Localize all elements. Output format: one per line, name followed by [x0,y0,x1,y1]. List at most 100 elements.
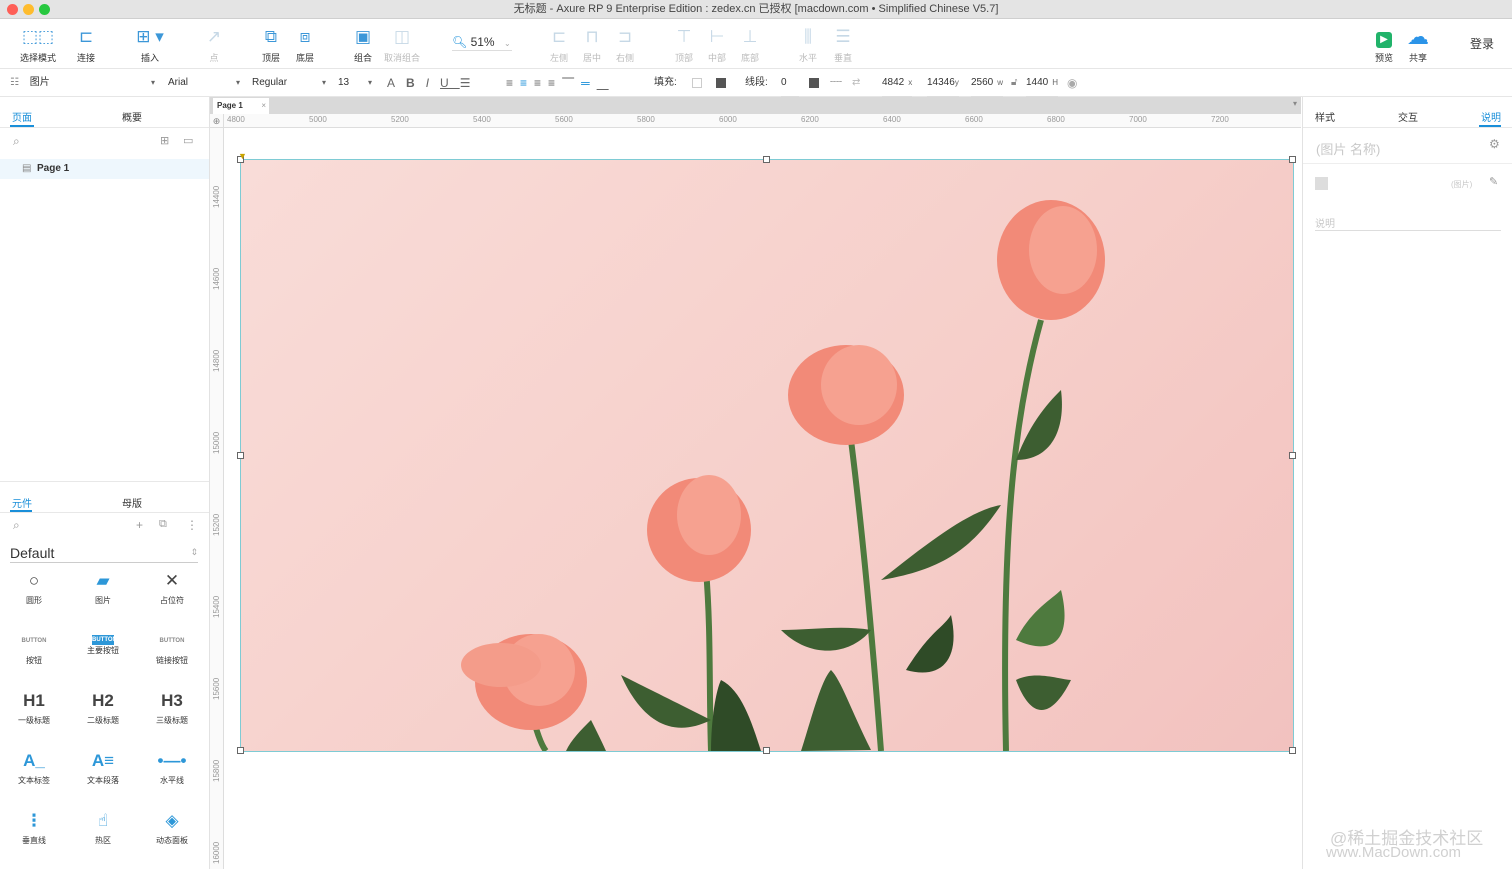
y-position-input[interactable]: 14346y [927,69,959,97]
widget-item[interactable]: ✕ 占位符 [142,567,202,606]
widget-item[interactable]: ⋮ 垂直线 [4,807,64,846]
bring-to-top-label: 顶层 [261,53,280,63]
bold-icon[interactable]: B [406,76,426,90]
font-family-select[interactable]: Arial ▾ [168,69,240,97]
widget-type-select[interactable]: ☷ 图片 ▾ [10,69,155,97]
point-button[interactable]: ↗ 点 [192,24,236,64]
close-icon[interactable]: × [261,98,266,114]
bullet-list-icon[interactable]: ☰ [460,76,482,90]
font-weight-select[interactable]: Regular ▾ [252,69,326,97]
resize-handle[interactable] [237,452,244,459]
search-icon[interactable]: ⌕ [13,134,20,149]
fill-color-swatch[interactable] [692,78,702,88]
tab-pages[interactable]: 页面 [12,109,32,124]
align-text-right-icon[interactable]: ≡ [534,76,548,90]
widget-item[interactable]: ○ 圆形 [4,567,64,606]
ruler-tick-label: 5600 [555,115,573,124]
title-bar: 无标题 - Axure RP 9 Enterprise Edition : ze… [0,0,1512,19]
library-select[interactable]: Default ⇕ [10,545,198,563]
valign-bottom-icon[interactable]: ⎽ [597,76,616,90]
stroke-color-swatch[interactable] [809,78,819,88]
valign-middle-icon[interactable]: ═ [581,76,597,90]
tab-masters[interactable]: 母版 [122,495,142,510]
insert-button[interactable]: ⊞ ▾ 插入 [128,24,172,64]
send-to-bottom-button[interactable]: ⧈ 底层 [283,24,327,64]
group-button[interactable]: ▣ 组合 [341,24,385,64]
close-window-button[interactable] [7,4,18,15]
pencil-icon[interactable]: ✎ [1489,175,1498,188]
text-align-group: ≡≡≡≡⎺═⎽ [506,69,616,97]
x-position-input[interactable]: 4842 x [882,69,913,97]
visibility-eye-icon[interactable]: ◉ [1067,69,1077,97]
valign-top-icon[interactable]: ⎺ [562,76,581,90]
widget-item[interactable]: H3 三级标题 [142,687,202,726]
widget-item[interactable]: H1 一级标题 [4,687,64,726]
widget-item[interactable]: ▰ 图片 [73,567,133,606]
font-color-icon[interactable]: A [387,76,406,90]
stroke-width-input[interactable]: 0 [781,69,799,97]
distribute-vertical-button[interactable]: ☰ 垂直 [821,24,865,64]
tab-interactions[interactable]: 交互 [1398,109,1418,124]
ruler-origin-icon[interactable]: ⊕ [210,114,224,128]
align-text-left-icon[interactable]: ≡ [506,76,520,90]
resize-handle[interactable] [237,747,244,754]
widget-item[interactable]: ◈ 动态面板 [142,807,202,846]
connect-button[interactable]: ⊏ 连接 [64,24,108,64]
select-mode-button[interactable]: ⬚⬚ 选择模式 [16,24,60,64]
ungroup-button[interactable]: ◫ 取消组合 [380,24,424,64]
width-input[interactable]: 2560 w [971,69,1004,97]
widget-item[interactable]: H2 二级标题 [73,687,133,726]
tab-outline[interactable]: 概要 [122,109,142,124]
resize-handle[interactable] [1289,452,1296,459]
resize-handle[interactable] [763,156,770,163]
text-style-group: ABIU☰ [387,69,481,97]
share-button[interactable]: ☁ 共享 [1396,24,1440,64]
resize-handle[interactable] [1289,747,1296,754]
widget-name-input[interactable]: (图片 名称) [1316,139,1380,158]
add-page-icon[interactable]: ⊞ [160,134,169,147]
underline-icon[interactable]: U [440,76,460,90]
selected-image-widget[interactable] [240,159,1294,752]
italic-icon[interactable]: I [426,76,440,90]
more-options-icon[interactable]: ⋮ [186,518,198,532]
lock-ratio-icon[interactable]: 🔓︎ [1011,69,1017,97]
fill-image-swatch[interactable] [716,78,726,88]
gear-icon[interactable]: ⚙ [1489,137,1500,151]
format-bar: ☷ 图片 ▾ Arial ▾ Regular ▾ 13 ▾ ABIU☰ ≡≡≡≡… [0,69,1512,97]
tab-widgets[interactable]: 元件 [12,495,32,510]
notes-input[interactable]: 说明 [1315,215,1501,231]
zoom-select[interactable]: 🔍︎ 51% ⌄ [452,33,512,51]
library-stack-icon[interactable]: ⧉ [159,518,167,531]
tab-style[interactable]: 样式 [1315,109,1335,124]
widget-item[interactable]: •—• 水平线 [142,747,202,786]
align-bottom-button[interactable]: ⊥ 底部 [728,24,772,64]
widget-label: 按钮 [26,656,42,665]
corner-radius-icon[interactable]: ▼ [238,151,247,161]
add-library-icon[interactable]: + [136,518,143,532]
minimize-window-button[interactable] [23,4,34,15]
widget-item[interactable]: BUTTON 链接按钮 [142,627,202,666]
widget-item[interactable]: BUTTON 按钮 [4,627,64,666]
align-text-justify-icon[interactable]: ≡ [548,76,562,90]
login-button[interactable]: 登录 [1462,35,1502,52]
align-right-button[interactable]: ⊐ 右侧 [603,24,647,64]
tab-page-1[interactable]: Page 1 × [213,98,269,114]
tab-notes[interactable]: 说明 [1481,109,1501,124]
widget-item[interactable]: A_ 文本标签 [4,747,64,786]
stroke-pattern-icon[interactable]: ┄┄ [830,69,842,97]
tabs-dropdown-icon[interactable]: ▾ [1293,99,1297,108]
widget-item[interactable]: ☝ 热区 [73,807,133,846]
widget-item[interactable]: BUTTON 主要按钮 [73,627,133,656]
font-size-select[interactable]: 13 ▾ [338,69,372,97]
page-item-page-1[interactable]: ▤ Page 1 [0,159,209,179]
widget-item[interactable]: A≡ 文本段落 [73,747,133,786]
height-input[interactable]: 1440 H [1026,69,1059,97]
resize-handle[interactable] [1289,156,1296,163]
align-text-center-icon[interactable]: ≡ [520,76,534,90]
search-icon[interactable]: ⌕ [13,518,20,533]
resize-handle[interactable] [763,747,770,754]
zoom-window-button[interactable] [39,4,50,15]
arrow-style-icon[interactable]: ⇄ [852,69,860,97]
add-folder-icon[interactable]: ▭ [183,134,193,147]
widget-icon: A_ [23,751,45,770]
